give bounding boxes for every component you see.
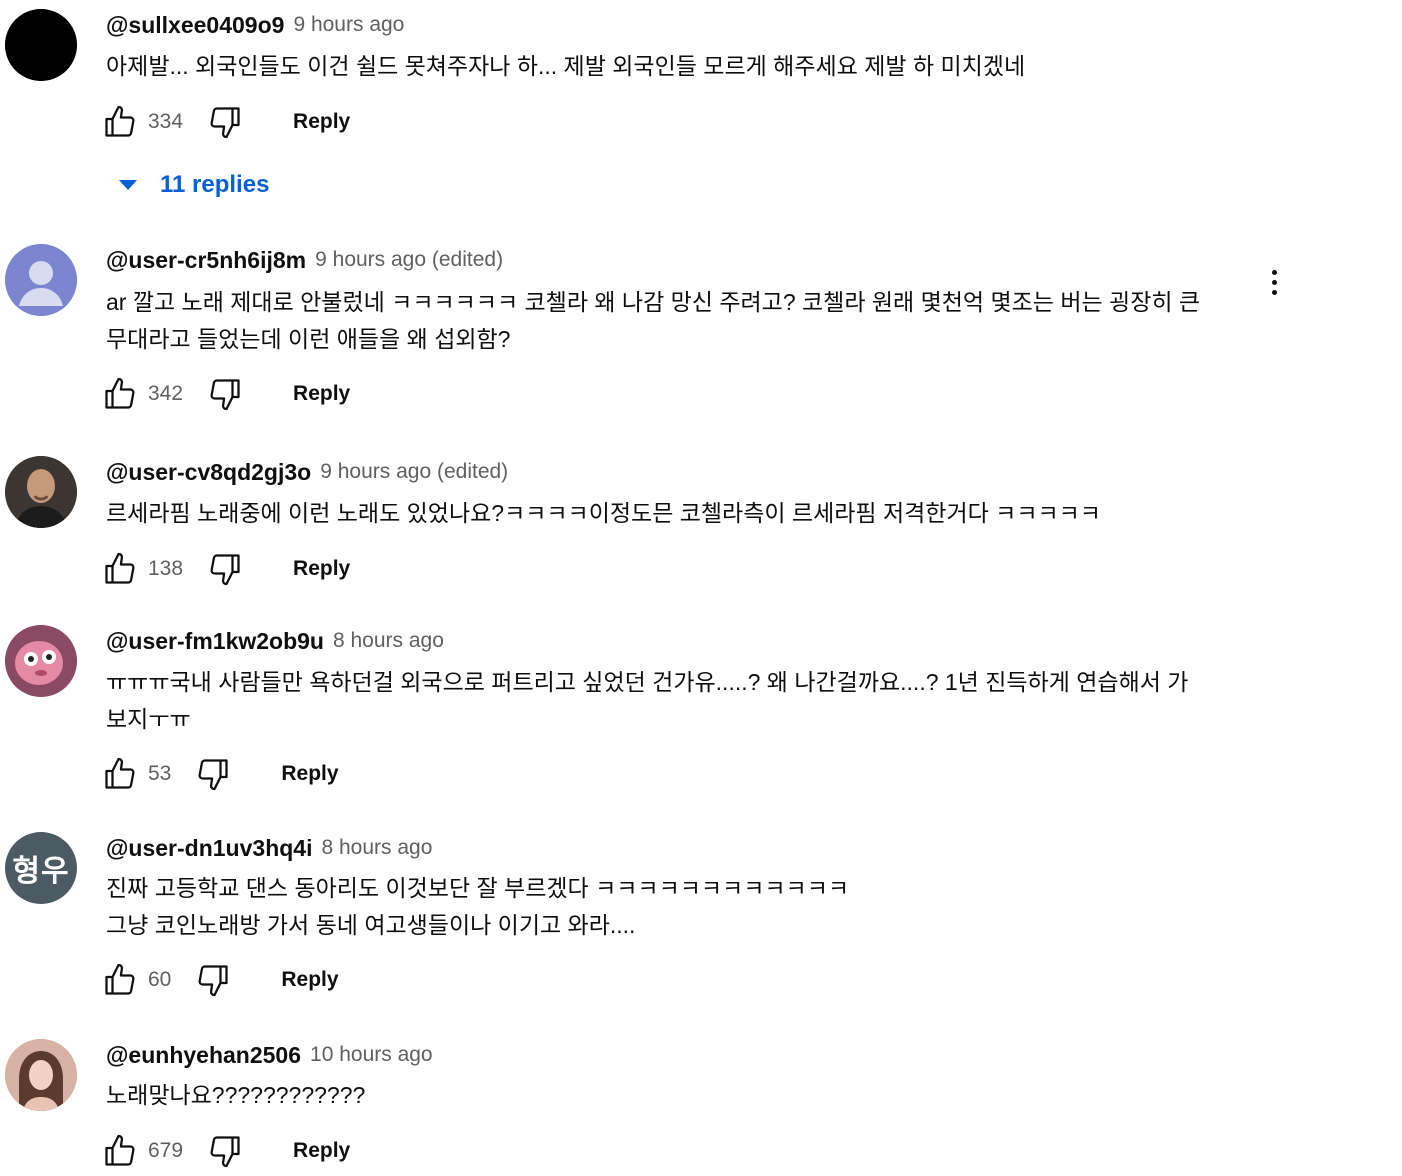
like-button[interactable] <box>100 374 140 414</box>
thumbs-up-icon <box>105 963 135 995</box>
dislike-button[interactable] <box>193 960 233 1000</box>
avatar[interactable] <box>5 456 77 528</box>
avatar-initials: 형우 <box>12 855 70 888</box>
comment-time[interactable]: 8 hours ago <box>321 836 432 860</box>
comment-text: 르세라핌 노래중에 이런 노래도 있었나요?ㅋㅋㅋㅋ이정도믄 코첼라측이 르세라… <box>106 500 1101 526</box>
dislike-button[interactable] <box>205 374 245 414</box>
reply-button[interactable]: Reply <box>281 968 338 992</box>
avatar[interactable] <box>5 1039 77 1111</box>
thumbs-down-icon <box>198 759 228 791</box>
reply-button[interactable]: Reply <box>293 557 350 581</box>
thumbs-up-icon <box>105 377 135 409</box>
caret-down-icon <box>112 169 144 201</box>
comment-time[interactable]: 10 hours ago <box>310 1043 433 1067</box>
avatar[interactable] <box>5 625 77 697</box>
comment-text: 아제발... 외국인들도 이건 쉴드 못쳐주자나 하... 제발 외국인들 모르… <box>106 53 1026 79</box>
comment-text: 노래맞나요???????????? <box>106 1082 366 1108</box>
comment-author[interactable]: @sullxee0409o9 <box>106 12 284 39</box>
thumbs-up-icon <box>105 105 135 137</box>
default-person-avatar-icon <box>5 244 77 316</box>
comment-author[interactable]: @user-fm1kw2ob9u <box>106 628 324 655</box>
thumbs-up-icon <box>105 1134 135 1166</box>
thumbs-down-icon <box>210 379 240 411</box>
thumbs-down-icon <box>210 1136 240 1168</box>
like-button[interactable] <box>100 960 140 1000</box>
photo-avatar-woman-icon <box>5 1039 77 1111</box>
photo-avatar-man-icon <box>5 456 77 528</box>
replies-toggle[interactable]: 11 replies <box>112 165 269 205</box>
like-count: 60 <box>148 968 172 991</box>
comment-time[interactable]: 9 hours ago <box>293 13 404 37</box>
reply-button[interactable]: Reply <box>293 382 350 406</box>
like-button[interactable] <box>100 754 140 794</box>
more-vert-icon[interactable] <box>1258 262 1290 302</box>
comment-text: ㅠㅠㅠ국내 사람들만 욕하던걸 외국으로 퍼트리고 싶었던 건가유.....? … <box>106 669 1189 732</box>
comment-time[interactable]: 8 hours ago <box>333 629 444 653</box>
dislike-button[interactable] <box>205 1131 245 1171</box>
like-button[interactable] <box>100 1131 140 1171</box>
thumbs-up-icon <box>105 552 135 584</box>
like-button[interactable] <box>100 102 140 142</box>
black-circle-avatar-icon <box>5 9 77 81</box>
comment-author[interactable]: @user-cr5nh6ij8m <box>106 247 306 274</box>
like-count: 342 <box>148 382 184 405</box>
like-count: 334 <box>148 110 184 133</box>
avatar[interactable]: 형우 <box>5 832 77 904</box>
comment-text: ar 깔고 노래 제대로 안불렀네 ㅋㅋㅋㅋㅋㅋ 코첼라 왜 나감 망신 주려고… <box>106 289 1201 352</box>
comment-time[interactable]: 9 hours ago (edited) <box>320 460 508 484</box>
pink-cartoon-avatar-icon <box>5 625 77 697</box>
comment-author[interactable]: @eunhyehan2506 <box>106 1042 301 1069</box>
dislike-button[interactable] <box>193 754 233 794</box>
like-button[interactable] <box>100 549 140 589</box>
avatar[interactable] <box>5 244 77 316</box>
comment-author[interactable]: @user-dn1uv3hq4i <box>106 835 312 862</box>
like-count: 53 <box>148 762 172 785</box>
like-count: 138 <box>148 557 184 580</box>
comment-author[interactable]: @user-cv8qd2gj3o <box>106 459 311 486</box>
replies-count: 11 replies <box>160 171 270 198</box>
thumbs-down-icon <box>198 965 228 997</box>
reply-button[interactable]: Reply <box>293 110 350 134</box>
comment-time[interactable]: 9 hours ago (edited) <box>315 248 503 272</box>
thumbs-down-icon <box>210 107 240 139</box>
dislike-button[interactable] <box>205 102 245 142</box>
thumbs-up-icon <box>105 757 135 789</box>
avatar[interactable] <box>5 9 77 81</box>
dislike-button[interactable] <box>205 549 245 589</box>
thumbs-down-icon <box>210 554 240 586</box>
reply-button[interactable]: Reply <box>293 1139 350 1163</box>
reply-button[interactable]: Reply <box>281 762 338 786</box>
comment-text: 진짜 고등학교 댄스 동아리도 이것보단 잘 부르겠다 ㅋㅋㅋㅋㅋㅋㅋㅋㅋㅋㅋㅋ… <box>106 875 850 938</box>
like-count: 679 <box>148 1139 184 1162</box>
